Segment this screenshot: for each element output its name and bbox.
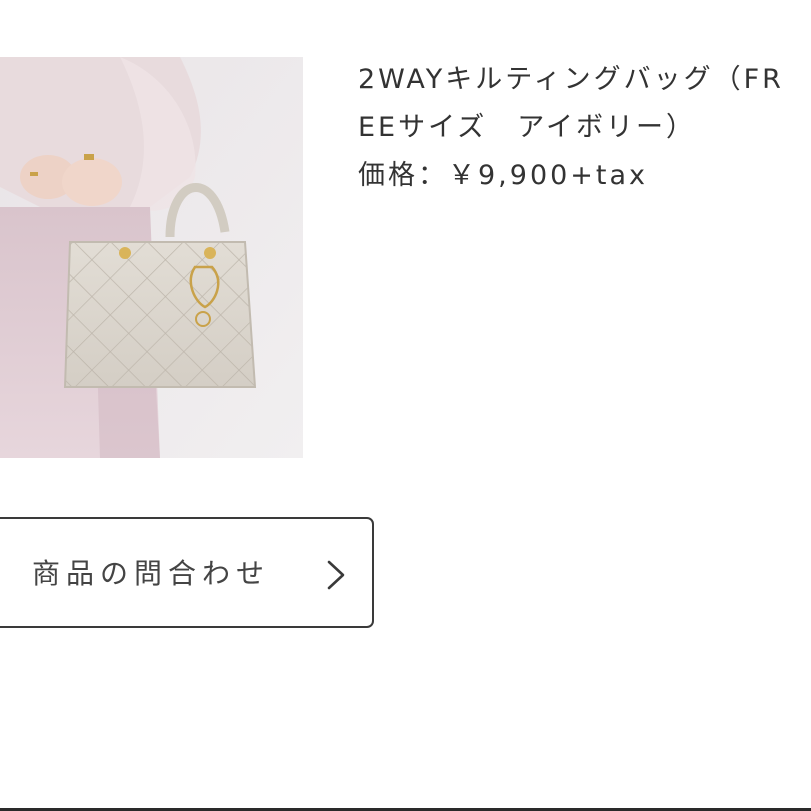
product-price: 価格： ￥9,900+tax xyxy=(358,152,798,200)
product-image[interactable] xyxy=(0,57,303,458)
product-info: 2WAYキルティングバッグ（FREEサイズ アイボリー） 価格： ￥9,900+t… xyxy=(358,56,798,200)
product-inquiry-button[interactable]: 商品の問合わせ xyxy=(0,517,374,628)
price-label: 価格： xyxy=(358,160,448,191)
product-title: 2WAYキルティングバッグ（FREEサイズ アイボリー） xyxy=(358,64,784,143)
chevron-right-icon xyxy=(327,560,345,590)
product-page: 2WAYキルティングバッグ（FREEサイズ アイボリー） 価格： ￥9,900+t… xyxy=(0,0,811,811)
price-value: ￥9,900+tax xyxy=(448,160,649,191)
inquiry-button-label: 商品の問合わせ xyxy=(32,557,271,590)
product-photo-icon xyxy=(0,57,303,458)
